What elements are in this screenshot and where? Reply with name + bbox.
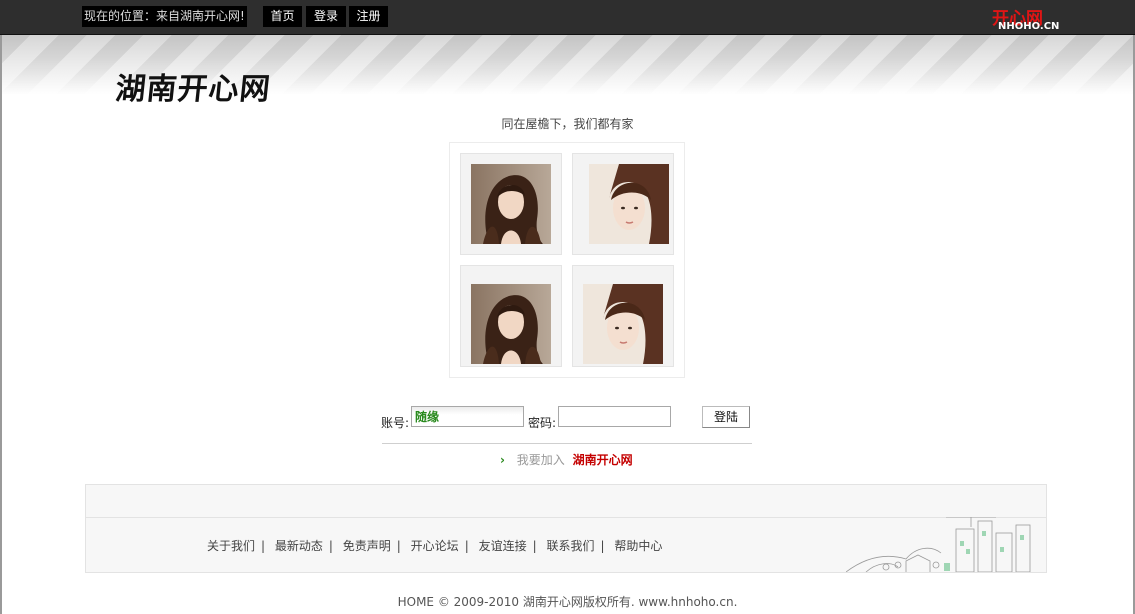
footer-links: 关于我们 | 最新动态 | 免责声明 | 开心论坛 | 友谊连接 | 联系我们 | 帮助中心 bbox=[207, 537, 662, 554]
nav-register-link[interactable]: 注册 bbox=[349, 6, 388, 27]
member-photo-4 bbox=[583, 284, 663, 364]
footer-separator: | bbox=[328, 539, 333, 553]
footer-link-disclaimer[interactable]: 免责声明 bbox=[343, 539, 391, 553]
site-logo[interactable]: 开心网 NHOHO.CN bbox=[990, 4, 1066, 34]
footer: 关于我们 | 最新动态 | 免责声明 | 开心论坛 | 友谊连接 | 联系我们 | 帮助中心 bbox=[85, 484, 1047, 573]
footer-link-about[interactable]: 关于我们 bbox=[207, 539, 255, 553]
member-photo-2 bbox=[589, 164, 669, 244]
nav-login-link[interactable]: 登录 bbox=[306, 6, 346, 27]
join-site-link[interactable]: 湖南开心网 bbox=[573, 453, 633, 467]
logo-domain: NHOHO.CN bbox=[998, 21, 1060, 32]
form-divider bbox=[382, 443, 752, 444]
portrait-image bbox=[471, 284, 551, 364]
footer-separator: | bbox=[396, 539, 401, 553]
account-input[interactable] bbox=[411, 406, 524, 427]
chevron-right-icon: › bbox=[500, 453, 505, 467]
footer-separator: | bbox=[261, 539, 266, 553]
photo-card[interactable] bbox=[460, 265, 562, 367]
footer-link-help[interactable]: 帮助中心 bbox=[614, 539, 662, 553]
password-input[interactable] bbox=[558, 406, 671, 427]
portrait-image bbox=[471, 164, 551, 244]
photo-grid bbox=[449, 142, 685, 378]
footer-link-news[interactable]: 最新动态 bbox=[275, 539, 323, 553]
nav-home-link[interactable]: 首页 bbox=[263, 6, 302, 27]
member-photo-1 bbox=[471, 164, 551, 244]
portrait-image bbox=[589, 164, 669, 244]
photo-card[interactable] bbox=[572, 153, 674, 255]
member-photo-3 bbox=[471, 284, 551, 364]
login-button[interactable]: 登陆 bbox=[702, 406, 750, 428]
footer-separator: | bbox=[600, 539, 605, 553]
password-label: 密码: bbox=[528, 416, 557, 430]
join-prefix: 我要加入 bbox=[516, 453, 565, 467]
slogan: 同在屋檐下，我们都有家 bbox=[501, 117, 634, 131]
footer-link-friends[interactable]: 友谊连接 bbox=[479, 539, 527, 553]
footer-separator: | bbox=[464, 539, 469, 553]
top-navigation-bar: 现在的位置：来自湖南开心网! 首页 登录 注册 开心网 NHOHO.CN bbox=[0, 0, 1135, 35]
photo-card[interactable] bbox=[572, 265, 674, 367]
footer-link-contact[interactable]: 联系我们 bbox=[546, 539, 594, 553]
brand-title: 湖南开心网 bbox=[113, 72, 273, 107]
account-label: 账号: bbox=[381, 416, 410, 430]
copyright-text: HOME © 2009-2010 湖南开心网版权所有. www.hnhoho.c… bbox=[397, 595, 738, 609]
location-breadcrumb: 现在的位置：来自湖南开心网! bbox=[82, 6, 247, 27]
footer-separator: | bbox=[532, 539, 537, 553]
city-illustration bbox=[846, 517, 1031, 572]
join-prompt: › 我要加入 湖南开心网 bbox=[500, 451, 633, 468]
portrait-image bbox=[583, 284, 663, 364]
photo-card[interactable] bbox=[460, 153, 562, 255]
footer-link-forum[interactable]: 开心论坛 bbox=[411, 539, 459, 553]
